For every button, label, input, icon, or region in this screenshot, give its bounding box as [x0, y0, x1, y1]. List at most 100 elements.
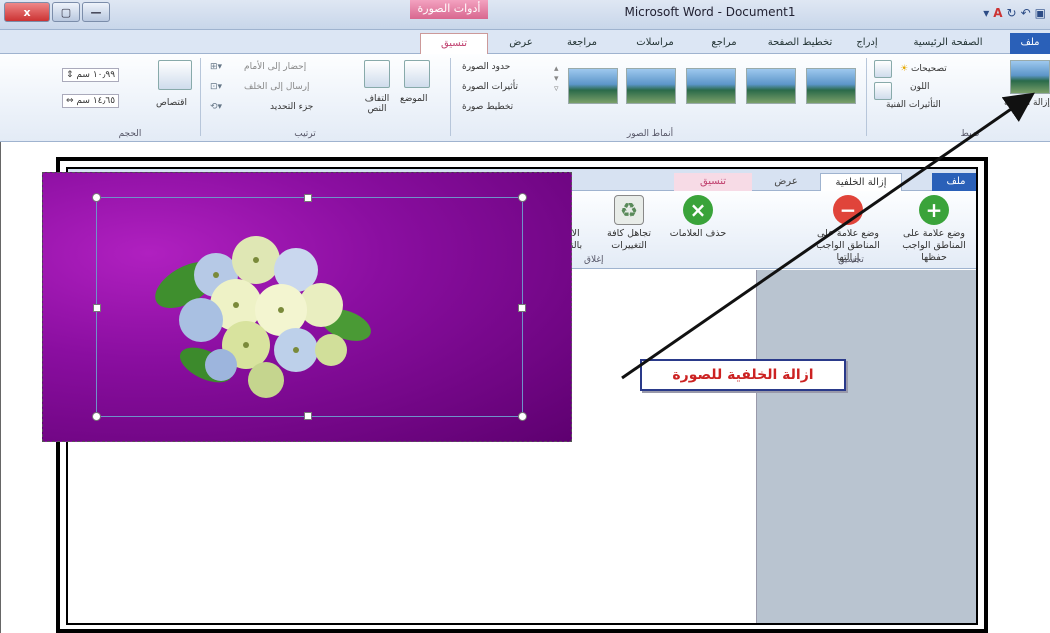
selection-pane-label: جزء التحديد	[270, 102, 314, 112]
gallery-scroll-icon[interactable]: ▴ ▾ ▿	[554, 64, 559, 94]
separator	[200, 58, 201, 136]
separator	[866, 58, 867, 136]
rotate-icon[interactable]: ⟲▾	[210, 102, 222, 112]
delete-mark-label: حذف العلامات	[669, 228, 727, 239]
corrections-button[interactable]: ☀ تصحيحات	[900, 64, 947, 74]
tab-home[interactable]: الصفحة الرئيسية	[896, 33, 1000, 54]
mark-areas-to-keep-button[interactable]: + وضع علامة على المناطق الواجب حفظها	[894, 195, 974, 264]
resize-handle[interactable]	[518, 193, 527, 202]
window-title: Microsoft Word - Document1	[624, 5, 796, 19]
picture-styles-group-label: أنماط الصور	[626, 129, 674, 139]
picture-effects-label: تأثيرات الصورة	[462, 82, 519, 92]
recycle-icon: ♻	[614, 195, 644, 225]
width-field[interactable]: ⇔ ١٤٫٦٥ سم	[62, 94, 120, 108]
tab-review[interactable]: مراجعة	[552, 33, 612, 54]
size-group-label: الحجم	[118, 129, 142, 139]
inset-tab-file[interactable]: ملف	[932, 173, 976, 191]
close-group-label: إغلاق	[584, 255, 604, 265]
send-backward-button[interactable]: إرسال إلى الخلف	[244, 82, 309, 92]
compress-icon[interactable]	[874, 60, 892, 78]
quick-access-toolbar: ▾ A ↻ ↶ ▣	[983, 6, 1046, 20]
refine-group-label: تحسين	[838, 255, 864, 265]
bring-forward-button[interactable]: إحضار إلى الأمام	[244, 62, 306, 72]
change-picture-icon[interactable]	[874, 82, 892, 100]
restore-button[interactable]: ▢	[52, 2, 80, 22]
picture-effects-button[interactable]: تأثيرات الصورة	[462, 82, 518, 92]
corrections-label: تصحيحات	[910, 64, 947, 74]
delete-mark-icon: ×	[683, 195, 713, 225]
font-color-icon[interactable]: A	[993, 6, 1002, 20]
crop-icon[interactable]	[158, 60, 192, 90]
wrap-text-label: التفاف النص	[364, 94, 390, 114]
window-controls: x ▢ —	[4, 2, 112, 22]
tab-insert[interactable]: إدراج	[842, 33, 892, 54]
minimize-button[interactable]: —	[82, 2, 110, 22]
send-backward-label: إرسال إلى الخلف	[244, 82, 310, 92]
color-button[interactable]: اللون	[910, 82, 929, 92]
tab-references[interactable]: مراجع	[696, 33, 752, 54]
ribbon: إزالة الخلفية ☀ تصحيحات اللون التأثيرات …	[0, 54, 1050, 142]
artistic-effects-label: التأثيرات الفنية	[886, 100, 941, 110]
artistic-effects-button[interactable]: التأثيرات الفنية	[886, 100, 941, 110]
resize-handle[interactable]	[92, 193, 101, 202]
picture-layout-label: تخطيط صورة	[462, 102, 514, 112]
align-icon[interactable]: ⊞▾	[210, 62, 222, 72]
picture-border-label: حدود الصورة	[462, 62, 511, 72]
undo-icon[interactable]: ↶	[1021, 6, 1031, 20]
remove-background-label: إزالة الخلفية	[1004, 98, 1050, 108]
selection-pane-button[interactable]: جزء التحديد	[270, 102, 313, 112]
position-icon[interactable]	[404, 60, 430, 88]
picture-style-thumb[interactable]	[626, 68, 676, 104]
remove-background-button[interactable]	[1010, 60, 1050, 94]
separator	[450, 58, 451, 136]
tab-page-layout[interactable]: تخطيط الصفحة	[760, 33, 840, 54]
close-button[interactable]: x	[4, 2, 50, 22]
sun-icon: ☀	[900, 64, 911, 74]
color-label: اللون	[910, 82, 930, 92]
discard-all-changes-button[interactable]: ♻ تجاهل كافة التغييرات	[598, 195, 660, 252]
group-icon[interactable]: ⊡▾	[210, 82, 222, 92]
adjust-group-label: ضبط	[960, 129, 980, 139]
mark-areas-to-remove-button[interactable]: − وضع علامة على المناطق الواجب إزالتها	[808, 195, 888, 264]
inset-tab-format[interactable]: تنسيق	[674, 173, 752, 191]
bring-forward-label: إحضار إلى الأمام	[244, 62, 307, 72]
mark-keep-label: وضع علامة على المناطق الواجب حفظها	[902, 228, 966, 263]
save-icon[interactable]: ▣	[1035, 6, 1046, 20]
tab-mailings[interactable]: مراسلات	[620, 33, 690, 54]
redo-icon[interactable]: ↻	[1007, 6, 1017, 20]
inset-gray-margin	[756, 270, 976, 623]
tab-format[interactable]: تنسيق	[420, 33, 488, 54]
dropdown-icon[interactable]: ▾	[983, 6, 989, 20]
height-value: ١٠٫٩٩ سم	[76, 70, 116, 80]
caption-label: ازالة الخلفية للصورة	[640, 359, 846, 391]
resize-handle[interactable]	[92, 412, 101, 421]
ribbon-tabs: ? ▵ ملف الصفحة الرئيسية إدراج تخطيط الصف…	[0, 30, 1050, 77]
picture-border-button[interactable]: حدود الصورة	[462, 62, 510, 72]
position-label: الموضع	[400, 94, 428, 104]
plus-icon: +	[919, 195, 949, 225]
tab-file[interactable]: ملف	[1010, 33, 1050, 54]
picture-style-thumb[interactable]	[746, 68, 796, 104]
resize-handle[interactable]	[518, 412, 527, 421]
picture-style-thumb[interactable]	[568, 68, 618, 104]
picture-style-thumb[interactable]	[806, 68, 856, 104]
resize-handle[interactable]	[304, 194, 312, 202]
height-field[interactable]: ⇕ ١٠٫٩٩ سم	[62, 68, 120, 82]
delete-mark-button[interactable]: × حذف العلامات	[668, 195, 728, 240]
inset-tab-view[interactable]: عرض	[758, 173, 814, 191]
width-value: ١٤٫٦٥ سم	[76, 96, 116, 106]
wrap-text-icon[interactable]	[364, 60, 390, 88]
resize-handle[interactable]	[93, 304, 101, 312]
picture-layout-button[interactable]: تخطيط صورة	[462, 102, 513, 112]
picture-style-thumb[interactable]	[686, 68, 736, 104]
inset-tab-remove-background[interactable]: إزالة الخلفية	[820, 173, 902, 191]
resize-handle[interactable]	[304, 412, 312, 420]
arrange-group-label: ترتيب	[294, 129, 316, 139]
tab-view[interactable]: عرض	[496, 33, 546, 54]
minus-icon: −	[833, 195, 863, 225]
background-removal-marquee[interactable]	[92, 193, 527, 421]
picture-tools-context-label: أدوات الصورة	[410, 0, 488, 19]
crop-label: اقتصاص	[156, 98, 187, 108]
discard-changes-label: تجاهل كافة التغييرات	[607, 228, 651, 251]
resize-handle[interactable]	[518, 304, 526, 312]
